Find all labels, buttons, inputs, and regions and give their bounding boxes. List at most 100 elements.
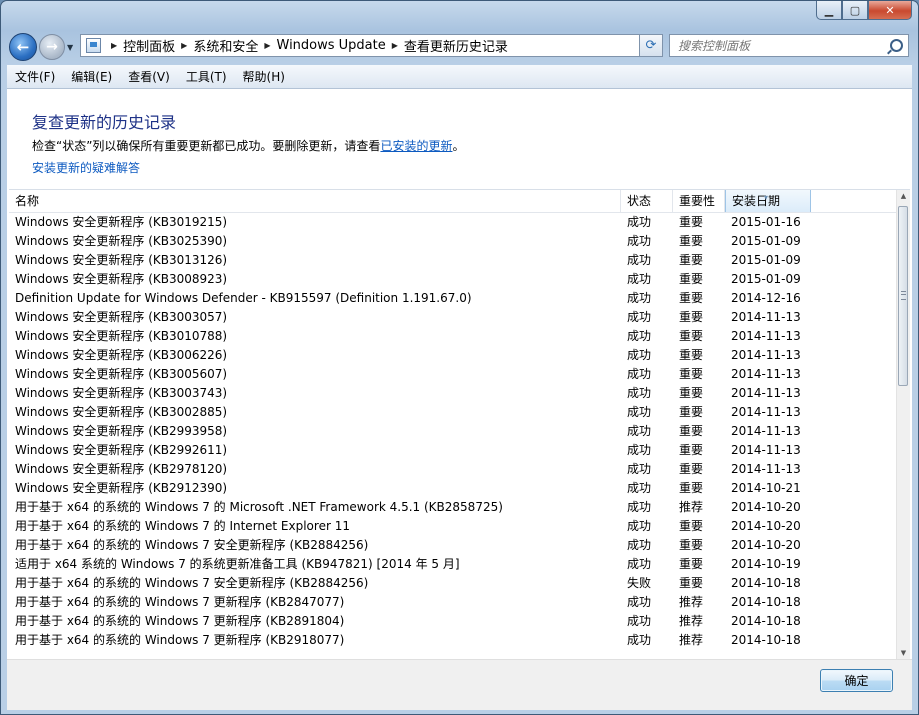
table-row[interactable]: Windows 安全更新程序 (KB3002885) 成功 重要 2014-11-13 [9,403,899,422]
installed-updates-link[interactable]: 已安装的更新 [380,139,452,153]
page-description: 检查“状态”列以确保所有重要更新都已成功。要删除更新，请查看已安装的更新。 [32,137,464,154]
cell-install-date: 2015-01-09 [731,272,801,286]
cell-status: 成功 [627,253,652,267]
cell-name: 用于基于 x64 的系统的 Windows 7 更新程序 (KB2918077) [15,633,345,647]
table-row[interactable]: 用于基于 x64 的系统的 Windows 7 更新程序 (KB2891804)… [9,612,899,631]
navigation: ← → ▼ [9,33,73,61]
update-history-list[interactable]: 名称 状态 重要性 ▾ 安装日期 Windows 安全更新程序 (KB301921… [9,189,910,660]
refresh-button[interactable]: ⟳ [639,34,663,57]
ok-button[interactable]: 确定 [820,669,893,692]
table-row[interactable]: Windows 安全更新程序 (KB3006226) 成功 重要 2014-11-13 [9,346,899,365]
menu-bar: 文件(F) 编辑(E) 查看(V) 工具(T) 帮助(H) [7,65,912,89]
chevron-right-icon[interactable]: ▶ [111,41,117,50]
menu-file[interactable]: 文件(F) [7,68,63,85]
menu-tools[interactable]: 工具(T) [178,68,235,85]
cell-install-date: 2014-10-20 [731,519,801,533]
cell-name: Windows 安全更新程序 (KB3003057) [15,310,228,324]
column-header-status[interactable]: 状态 [621,190,673,212]
breadcrumb-windows-update[interactable]: Windows Update [277,38,386,53]
cell-name: 用于基于 x64 的系统的 Windows 7 的 Microsoft .NET… [15,500,503,514]
cell-status: 成功 [627,310,652,324]
description-suffix: 。 [452,139,465,153]
minimize-button[interactable]: ▁ [816,1,842,20]
cell-name: Definition Update for Windows Defender -… [15,291,472,305]
cell-status: 成功 [627,519,652,533]
scrollbar-thumb[interactable] [898,206,908,386]
chevron-right-icon[interactable]: ▶ [264,41,270,50]
control-panel-icon [86,38,101,53]
table-row[interactable]: 用于基于 x64 的系统的 Windows 7 的 Microsoft .NET… [9,498,899,517]
table-row[interactable]: 用于基于 x64 的系统的 Windows 7 安全更新程序 (KB288425… [9,536,899,555]
menu-help[interactable]: 帮助(H) [235,68,293,85]
cell-install-date: 2014-11-13 [731,329,801,343]
cell-importance: 重要 [679,272,704,286]
forward-button[interactable]: → [39,34,65,60]
minimize-icon: ▁ [824,3,834,17]
back-button[interactable]: ← [9,33,37,61]
chevron-right-icon[interactable]: ▶ [181,41,187,50]
troubleshoot-link[interactable]: 安装更新的疑难解答 [32,159,140,176]
column-header-name[interactable]: 名称 [9,190,621,212]
table-row[interactable]: Windows 安全更新程序 (KB3019215) 成功 重要 2015-01-16 [9,213,899,232]
caption-buttons: ▁ ▢ ✕ [816,1,912,20]
breadcrumb-update-history[interactable]: 查看更新历史记录 [404,36,508,55]
table-row[interactable]: Windows 安全更新程序 (KB3013126) 成功 重要 2015-01-09 [9,251,899,270]
recent-pages-dropdown-icon[interactable]: ▼ [67,43,73,52]
cell-status: 成功 [627,538,652,552]
cell-importance: 重要 [679,462,704,476]
search-input[interactable] [676,37,885,54]
table-row[interactable]: Windows 安全更新程序 (KB2993958) 成功 重要 2014-11-13 [9,422,899,441]
table-row[interactable]: Definition Update for Windows Defender -… [9,289,899,308]
vertical-scrollbar[interactable]: ▲ ▼ [896,190,910,660]
table-row[interactable]: Windows 安全更新程序 (KB3008923) 成功 重要 2015-01-09 [9,270,899,289]
cell-importance: 推荐 [679,633,704,647]
cell-name: Windows 安全更新程序 (KB3005607) [15,367,228,381]
table-row[interactable]: 用于基于 x64 的系统的 Windows 7 更新程序 (KB2847077)… [9,593,899,612]
cell-importance: 重要 [679,253,704,267]
address-bar[interactable]: ▶ 控制面板 ▶ 系统和安全 ▶ Windows Update ▶ 查看更新历史… [80,34,663,57]
table-row[interactable]: Windows 安全更新程序 (KB2978120) 成功 重要 2014-11-13 [9,460,899,479]
cell-status: 成功 [627,234,652,248]
table-row[interactable]: 用于基于 x64 的系统的 Windows 7 更新程序 (KB2918077)… [9,631,899,650]
cell-importance: 重要 [679,215,704,229]
table-row[interactable]: Windows 安全更新程序 (KB2992611) 成功 重要 2014-11-13 [9,441,899,460]
cell-status: 成功 [627,633,652,647]
page-title: 复查更新的历史记录 [32,113,177,132]
cell-install-date: 2014-10-20 [731,500,801,514]
column-header-install-date[interactable]: ▾ 安装日期 [725,190,811,212]
menu-edit[interactable]: 编辑(E) [63,68,120,85]
cell-name: Windows 安全更新程序 (KB2992611) [15,443,228,457]
table-row[interactable]: 适用于 x64 系统的 Windows 7 的系统更新准备工具 (KB94782… [9,555,899,574]
search-box[interactable] [669,34,909,57]
breadcrumb-control-panel[interactable]: 控制面板 [123,36,175,55]
breadcrumb-system-security[interactable]: 系统和安全 [193,36,258,55]
cell-install-date: 2014-10-19 [731,557,801,571]
table-row[interactable]: 用于基于 x64 的系统的 Windows 7 安全更新程序 (KB288425… [9,574,899,593]
chevron-right-icon[interactable]: ▶ [392,41,398,50]
cell-install-date: 2014-11-13 [731,462,801,476]
cell-install-date: 2014-10-18 [731,614,801,628]
cell-install-date: 2014-10-20 [731,538,801,552]
table-row[interactable]: Windows 安全更新程序 (KB3010788) 成功 重要 2014-11-13 [9,327,899,346]
table-row[interactable]: Windows 安全更新程序 (KB2912390) 成功 重要 2014-10-21 [9,479,899,498]
table-row[interactable]: Windows 安全更新程序 (KB3003057) 成功 重要 2014-11-13 [9,308,899,327]
table-row[interactable]: Windows 安全更新程序 (KB3025390) 成功 重要 2015-01-09 [9,232,899,251]
cell-status: 成功 [627,462,652,476]
scroll-up-icon[interactable]: ▲ [897,190,910,203]
maximize-button[interactable]: ▢ [842,1,868,20]
close-button[interactable]: ✕ [868,1,912,20]
menu-view[interactable]: 查看(V) [120,68,178,85]
cell-name: Windows 安全更新程序 (KB3013126) [15,253,228,267]
cell-status: 成功 [627,424,652,438]
window: ▁ ▢ ✕ ← → ▼ ▶ 控制面板 ▶ 系统和安全 ▶ Windows Upd… [0,0,919,715]
table-row[interactable]: 用于基于 x64 的系统的 Windows 7 的 Internet Explo… [9,517,899,536]
cell-name: 用于基于 x64 的系统的 Windows 7 安全更新程序 (KB288425… [15,576,369,590]
cell-status: 成功 [627,481,652,495]
cell-importance: 重要 [679,367,704,381]
cell-importance: 重要 [679,443,704,457]
table-row[interactable]: Windows 安全更新程序 (KB3003743) 成功 重要 2014-11-13 [9,384,899,403]
search-icon[interactable] [890,39,903,52]
cell-importance: 重要 [679,329,704,343]
column-header-importance[interactable]: 重要性 [673,190,725,212]
table-row[interactable]: Windows 安全更新程序 (KB3005607) 成功 重要 2014-11-13 [9,365,899,384]
